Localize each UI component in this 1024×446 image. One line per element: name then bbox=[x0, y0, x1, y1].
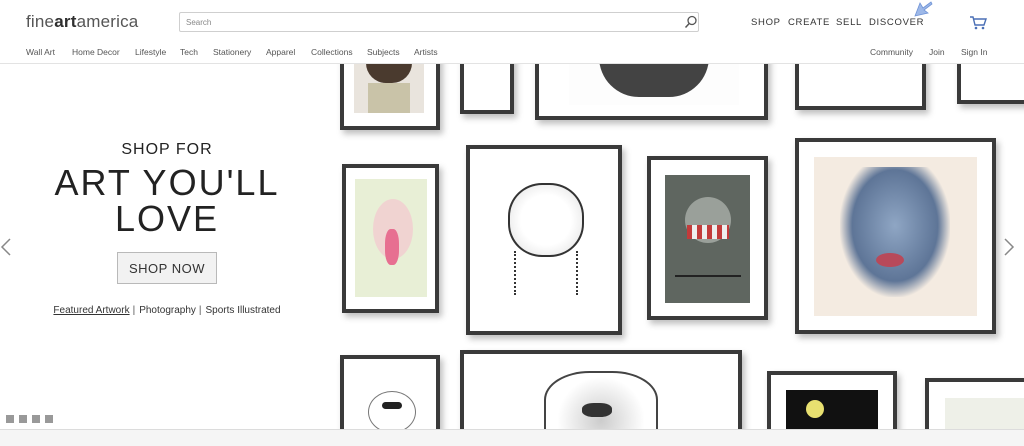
artwork-sketch-animal bbox=[569, 63, 739, 105]
artwork-ballerina bbox=[355, 179, 427, 297]
framed-print[interactable] bbox=[340, 63, 440, 130]
cursor-arrow-icon bbox=[914, 1, 933, 17]
sub-nav-join[interactable]: Join bbox=[929, 47, 945, 57]
carousel-dot[interactable] bbox=[19, 415, 27, 423]
cart-icon[interactable] bbox=[969, 15, 987, 30]
carousel-indicators bbox=[6, 410, 58, 423]
framed-print[interactable] bbox=[795, 63, 926, 110]
carousel-dot[interactable] bbox=[45, 415, 53, 423]
sports-illustrated-link[interactable]: Sports Illustrated bbox=[206, 305, 281, 316]
hero-headline: ART YOU'LL LOVE bbox=[0, 165, 334, 237]
framed-print[interactable] bbox=[767, 371, 897, 429]
hero-links: Featured Artwork | Photography | Sports Illu… bbox=[0, 305, 334, 316]
top-nav: SHOP CREATE SELL DISCOVER bbox=[0, 17, 1024, 31]
nav-shop[interactable]: SHOP bbox=[751, 17, 781, 28]
carousel-dot[interactable] bbox=[32, 415, 40, 423]
page-bottom-edge bbox=[0, 429, 1024, 446]
nav-create[interactable]: CREATE bbox=[788, 17, 830, 28]
artwork-night bbox=[786, 390, 878, 429]
framed-print[interactable] bbox=[460, 63, 514, 114]
sub-nav-stationery[interactable]: Stationery bbox=[213, 47, 251, 57]
sub-nav-sign-in[interactable]: Sign In bbox=[961, 47, 987, 57]
carousel-dot[interactable] bbox=[6, 415, 14, 423]
sub-nav-wall-art[interactable]: Wall Art bbox=[26, 47, 55, 57]
framed-print[interactable] bbox=[466, 145, 622, 335]
shop-now-button[interactable]: SHOP NOW bbox=[117, 252, 217, 284]
link-separator: | bbox=[132, 305, 136, 316]
framed-print[interactable] bbox=[342, 164, 439, 313]
chevron-left-icon[interactable] bbox=[0, 237, 12, 257]
artwork-portrait bbox=[354, 63, 424, 113]
featured-artwork-link[interactable]: Featured Artwork bbox=[53, 305, 129, 316]
artwork-birds bbox=[945, 398, 1024, 429]
framed-print[interactable] bbox=[957, 63, 1024, 104]
sub-nav: Wall Art Home Decor Lifestyle Tech Stati… bbox=[0, 47, 1024, 59]
hero-headline-line-1: ART YOU'LL bbox=[54, 162, 280, 203]
framed-print[interactable] bbox=[340, 355, 440, 429]
hero-headline-line-2: LOVE bbox=[114, 198, 220, 239]
sub-nav-tech[interactable]: Tech bbox=[180, 47, 198, 57]
sub-nav-artists[interactable]: Artists bbox=[414, 47, 438, 57]
framed-print[interactable] bbox=[925, 378, 1024, 429]
photography-link[interactable]: Photography bbox=[139, 305, 196, 316]
chevron-right-icon[interactable] bbox=[1003, 237, 1015, 257]
hero-carousel: SHOP FOR ART YOU'LL LOVE SHOP NOW Featur… bbox=[0, 63, 1024, 429]
framed-print[interactable] bbox=[535, 63, 768, 120]
nav-sell[interactable]: SELL bbox=[836, 17, 862, 28]
sub-nav-lifestyle[interactable]: Lifestyle bbox=[135, 47, 166, 57]
sub-nav-subjects[interactable]: Subjects bbox=[367, 47, 400, 57]
framed-print[interactable] bbox=[795, 138, 996, 334]
artwork-leopard bbox=[492, 171, 596, 307]
hero-eyebrow: SHOP FOR bbox=[121, 141, 213, 158]
framed-print[interactable] bbox=[647, 156, 768, 320]
artwork-bulldog bbox=[534, 369, 664, 429]
sub-nav-apparel[interactable]: Apparel bbox=[266, 47, 295, 57]
site-header: fineartamerica SHOP CREATE SELL DISCOVER… bbox=[0, 0, 1024, 64]
sub-nav-collections[interactable]: Collections bbox=[311, 47, 353, 57]
artwork-wolf bbox=[814, 157, 977, 316]
artwork-polar-bear bbox=[354, 369, 426, 429]
sub-nav-home-decor[interactable]: Home Decor bbox=[72, 47, 120, 57]
link-separator: | bbox=[198, 305, 202, 316]
hero-text: SHOP FOR ART YOU'LL LOVE SHOP NOW Featur… bbox=[0, 63, 334, 429]
framed-print[interactable] bbox=[460, 350, 742, 429]
sub-nav-community[interactable]: Community bbox=[870, 47, 913, 57]
artwork-owl bbox=[665, 175, 750, 303]
